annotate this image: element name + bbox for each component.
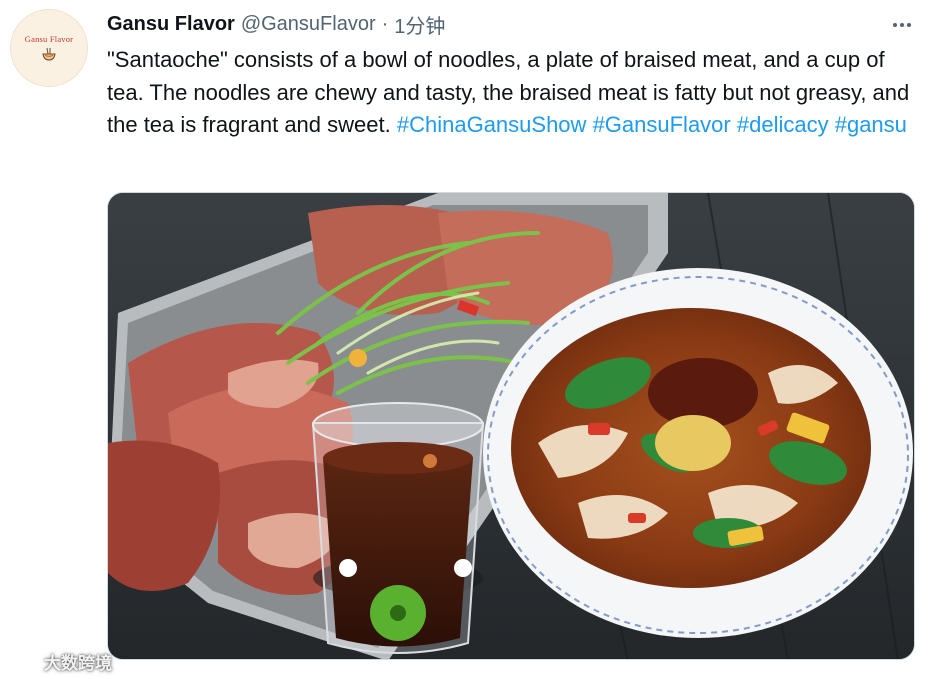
watermark: 大数跨境	[6, 648, 112, 674]
hashtag-link[interactable]: #delicacy	[737, 112, 829, 137]
tweet-header: Gansu Flavor @GansuFlavor · 1分钟	[107, 9, 445, 39]
more-options-button[interactable]	[885, 12, 919, 38]
display-name[interactable]: Gansu Flavor	[107, 13, 235, 36]
watermark-text: 大数跨境	[44, 653, 112, 673]
hashtag-link[interactable]: #ChinaGansuShow	[397, 112, 587, 137]
hashtag-link[interactable]: #gansu	[835, 112, 907, 137]
tweet-photo[interactable]	[107, 192, 915, 660]
food-photo-illustration	[108, 193, 914, 659]
watermark-logo-icon	[7, 654, 38, 669]
user-handle[interactable]: @GansuFlavor	[241, 13, 376, 36]
avatar[interactable]: Gansu Flavor	[10, 9, 88, 87]
hashtag-link[interactable]: #GansuFlavor	[593, 112, 731, 137]
more-options-icon-dot	[907, 23, 911, 27]
noodle-bowl-icon	[42, 47, 56, 61]
more-options-icon	[893, 23, 897, 27]
timestamp[interactable]: 1分钟	[394, 10, 445, 39]
separator-dot: ·	[381, 12, 389, 35]
tweet-text: "Santaoche" consists of a bowl of noodle…	[107, 44, 922, 142]
avatar-logo-text: Gansu Flavor	[24, 33, 74, 44]
more-options-icon-dot	[900, 23, 904, 27]
